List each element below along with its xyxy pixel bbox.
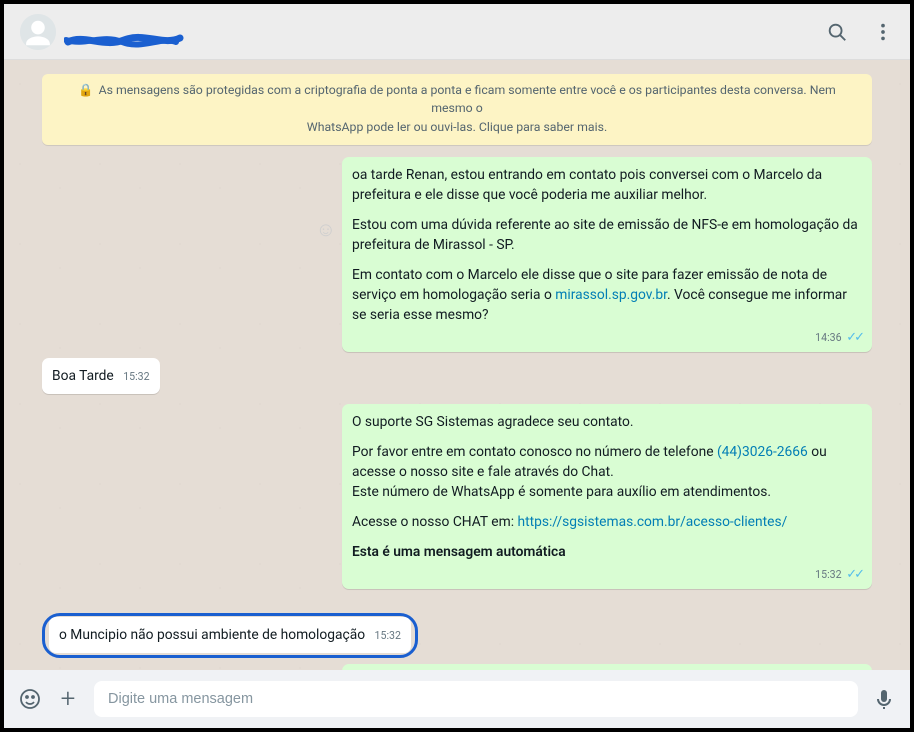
redaction-scribble bbox=[64, 28, 184, 52]
message-bubble-out[interactable]: oa tarde Renan, estou entrando em contat… bbox=[342, 157, 872, 352]
whatsapp-window: 🔒 As mensagens são protegidas com a crip… bbox=[4, 4, 910, 728]
message-bubble-in[interactable]: Boa Tarde 15:32 bbox=[42, 358, 160, 394]
message-row: Entendi, tem algum lugar onde posso real… bbox=[42, 664, 872, 670]
lock-icon: 🔒 bbox=[78, 82, 93, 100]
message-row: O suporte SG Sistemas agradece seu conta… bbox=[42, 404, 872, 589]
emoji-picker-icon[interactable] bbox=[18, 687, 42, 711]
message-row: Boa Tarde 15:32 bbox=[42, 358, 872, 394]
chat-area[interactable]: 🔒 As mensagens são protegidas com a crip… bbox=[4, 60, 910, 670]
user-annotation-highlight: o Muncipio não possui ambiente de homolo… bbox=[42, 613, 418, 658]
header-actions bbox=[826, 21, 894, 43]
message-text: Esta é uma mensagem automática bbox=[352, 542, 862, 562]
message-row: ☺ oa tarde Renan, estou entrando em cont… bbox=[42, 157, 872, 352]
emoji-reaction-icon[interactable]: ☺ bbox=[316, 217, 336, 242]
encryption-text: As mensagens são protegidas com a cripto… bbox=[99, 84, 836, 116]
message-text: O suporte SG Sistemas agradece seu conta… bbox=[352, 412, 862, 432]
message-bubble-out[interactable]: Entendi, tem algum lugar onde posso real… bbox=[342, 664, 872, 670]
message-meta: 15:32 ✓✓ bbox=[815, 564, 862, 581]
attach-icon[interactable]: + bbox=[56, 687, 80, 711]
avatar[interactable] bbox=[20, 14, 56, 50]
message-input[interactable] bbox=[94, 681, 858, 717]
mic-icon[interactable] bbox=[872, 687, 896, 711]
message-text: Estou com uma dúvida referente ao site d… bbox=[352, 215, 862, 255]
message-text: oa tarde Renan, estou entrando em contat… bbox=[352, 165, 862, 205]
message-text: Em contato com o Marcelo ele disse que o… bbox=[352, 265, 862, 325]
message-text: Acesse o nosso CHAT em: https://sgsistem… bbox=[352, 512, 862, 532]
composer: + bbox=[4, 670, 910, 728]
message-meta: 15:32 bbox=[375, 629, 401, 642]
menu-icon[interactable] bbox=[872, 21, 894, 43]
message-row: o Muncipio não possui ambiente de homolo… bbox=[42, 613, 872, 658]
message-bubble-out[interactable]: O suporte SG Sistemas agradece seu conta… bbox=[342, 404, 872, 589]
read-checks-icon: ✓✓ bbox=[846, 568, 862, 581]
message-meta: 15:32 bbox=[123, 370, 149, 383]
search-icon[interactable] bbox=[826, 21, 848, 43]
chat-header bbox=[4, 4, 910, 60]
message-bubble-in[interactable]: o Muncipio não possui ambiente de homolo… bbox=[49, 617, 411, 653]
message-text: Por favor entre em contato conosco no nú… bbox=[352, 442, 862, 502]
message-text: o Muncipio não possui ambiente de homolo… bbox=[59, 627, 365, 643]
message-meta: 14:36 ✓✓ bbox=[815, 327, 862, 344]
encryption-notice[interactable]: 🔒 As mensagens são protegidas com a crip… bbox=[42, 74, 872, 145]
encryption-text: WhatsApp pode ler ou ouvi-las. Clique pa… bbox=[307, 121, 607, 135]
read-checks-icon: ✓✓ bbox=[846, 331, 862, 344]
message-text: Boa Tarde bbox=[52, 368, 114, 384]
